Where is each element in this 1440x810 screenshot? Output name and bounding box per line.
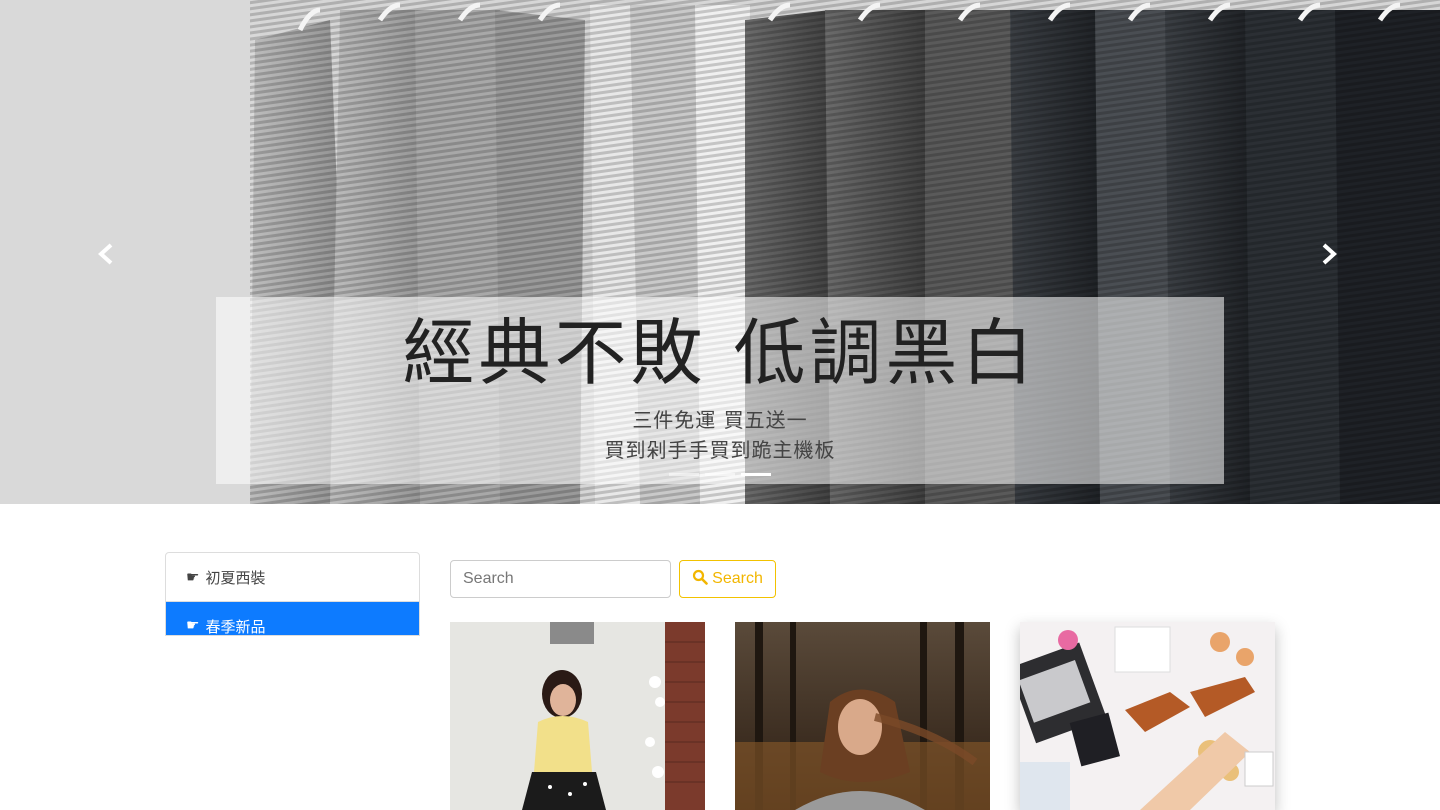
carousel-caption: 經典不敗 低調黑白 三件免運 買五送一 買到剁手手買到跪主機板 [216,297,1224,484]
product-image [450,622,705,810]
carousel-indicators [216,473,1224,476]
sidebar-item-label: 春季新品 [205,618,266,636]
search-input[interactable] [450,560,671,598]
sidebar-item-spring-new-arrivals[interactable]: ☛ 春季新品 [166,602,419,636]
pointing-hand-icon: ☛ [186,568,200,586]
hero-carousel: 經典不敗 低調黑白 三件免運 買五送一 買到剁手手買到跪主機板 [0,0,1440,504]
product-image [735,622,990,810]
product-image [1020,622,1275,810]
caption-subtitle-line2: 買到剁手手買到跪主機板 [604,438,836,462]
carousel-next-button[interactable] [1309,236,1349,276]
carousel-indicator-3[interactable] [741,473,771,476]
product-card[interactable] [735,622,990,810]
search-icon [692,569,708,590]
category-sidebar: ☛ 初夏西裝 ☛ 春季新品 [165,552,420,636]
product-card[interactable] [450,622,705,810]
product-card[interactable] [1020,622,1275,810]
pointing-hand-icon: ☛ [186,616,200,634]
sidebar-item-early-summer-suits[interactable]: ☛ 初夏西裝 [166,553,419,602]
caption-subtitle-line1: 三件免運 買五送一 [632,408,808,432]
sidebar-item-label: 初夏西裝 [205,568,266,587]
search-button[interactable]: Search [679,560,776,598]
carousel-indicator-2[interactable] [705,473,735,476]
carousel-prev-button[interactable] [86,236,126,276]
chevron-right-icon [1320,243,1338,269]
chevron-left-icon [97,243,115,269]
carousel-indicator-1[interactable] [669,473,699,476]
caption-title: 經典不敗 低調黑白 [402,311,1038,395]
caption-subtitle: 三件免運 買五送一 買到剁手手買到跪主機板 [216,405,1224,465]
search-button-label: Search [712,570,763,587]
